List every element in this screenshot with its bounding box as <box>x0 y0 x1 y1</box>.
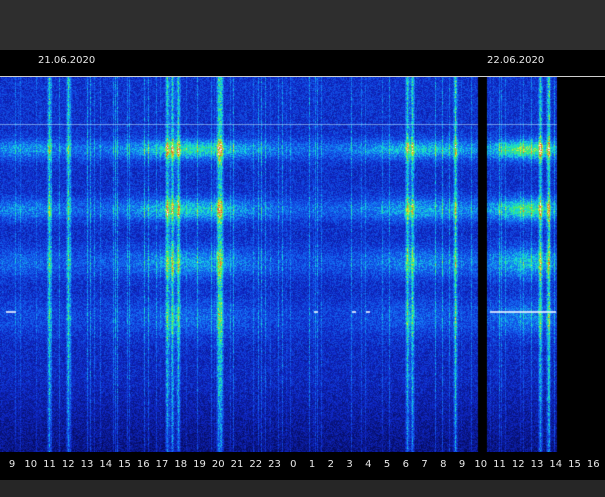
x-tick-label: 19 <box>193 459 206 470</box>
x-tick-label: 0 <box>290 459 297 470</box>
x-tick-label: 8 <box>440 459 447 470</box>
x-tick-label: 4 <box>365 459 372 470</box>
x-tick-label: 9 <box>458 459 466 470</box>
x-tick-label: 22 <box>249 459 263 470</box>
x-tick-label: 16 <box>136 459 150 470</box>
x-tick-label: 16 <box>586 459 600 470</box>
x-tick-label: 23 <box>268 459 281 470</box>
date-label-second: 22.06.2020 <box>487 55 545 66</box>
x-tick-label: 2 <box>327 459 334 470</box>
x-tick-label: 11 <box>493 459 506 470</box>
top-band <box>0 0 605 50</box>
x-tick-label: 10 <box>474 459 488 470</box>
spectrogram-plot <box>0 77 605 452</box>
x-tick-label: 17 <box>155 459 169 470</box>
date-label-first: 21.06.2020 <box>38 55 96 66</box>
x-tick-label: 10 <box>24 459 38 470</box>
spectrogram-canvas <box>0 77 605 452</box>
x-tick-label: 7 <box>421 459 428 470</box>
x-tick-label: 1 <box>308 459 316 470</box>
x-tick-label: 15 <box>118 459 131 470</box>
x-tick-label: 6 <box>402 459 409 470</box>
x-tick-label: 5 <box>383 459 391 470</box>
x-tick-label: 12 <box>511 459 525 470</box>
x-tick-label: 13 <box>80 459 94 470</box>
bottom-band <box>0 480 605 497</box>
x-tick-label: 12 <box>61 459 75 470</box>
x-tick-label: 3 <box>346 459 353 470</box>
x-tick-label: 11 <box>43 459 56 470</box>
spectrogram-frame: 21.06.2020 22.06.2020 9 10 11 12 13 14 15 16 17 1… <box>0 0 605 497</box>
x-tick-label: 13 <box>530 459 544 470</box>
x-tick-label: 21 <box>230 459 244 470</box>
x-tick-label: 14 <box>549 459 563 470</box>
x-tick-label: 9 <box>8 459 16 470</box>
x-tick-label: 15 <box>568 459 581 470</box>
x-tick-label: 18 <box>174 459 188 470</box>
x-tick-label: 14 <box>99 459 113 470</box>
x-tick-label: 20 <box>211 459 225 470</box>
